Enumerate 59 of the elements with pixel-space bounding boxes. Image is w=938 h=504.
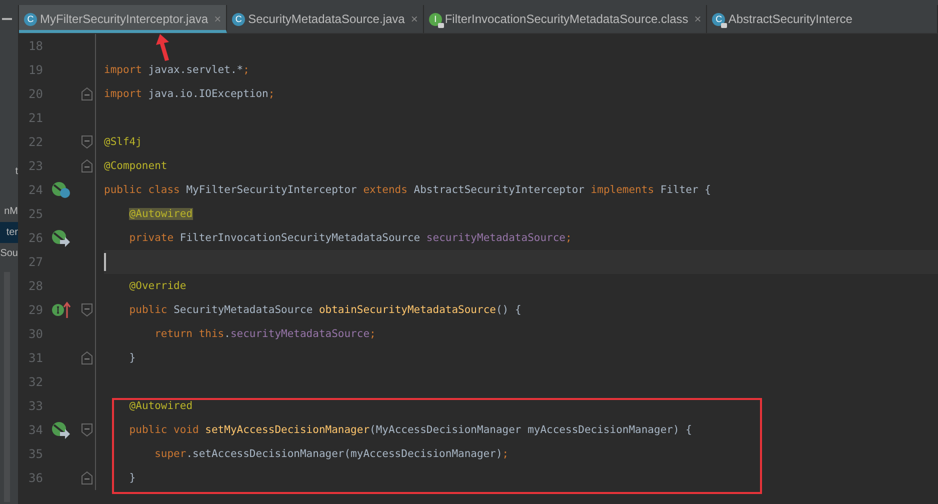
class-implementation-icon[interactable]: [51, 181, 71, 199]
line-number: 25: [28, 207, 43, 221]
code-line: @Component: [104, 160, 168, 172]
code-line: import javax.servlet.*;: [104, 64, 250, 76]
project-tree-item[interactable]: t: [0, 161, 18, 182]
fold-marker-icon[interactable]: [81, 423, 93, 437]
code-line: public SecurityMetadataSource obtainSecurityMetadataSource() {: [128, 304, 522, 316]
line-number: 22: [28, 135, 43, 149]
line-number: 26: [28, 231, 43, 245]
implements-up-arrow-icon[interactable]: [51, 301, 71, 319]
line-number: 30: [28, 327, 43, 341]
line-number: 32: [28, 375, 43, 389]
line-number: 20: [28, 87, 43, 101]
fold-marker-icon[interactable]: [81, 159, 93, 173]
code-line: @Override: [128, 280, 186, 292]
code-line: }: [128, 472, 136, 484]
close-icon[interactable]: ×: [410, 12, 418, 26]
code-line: return this.securityMetadataSource;: [154, 328, 376, 340]
line-number: 33: [28, 399, 43, 413]
code-line: public void setMyAccessDecisionManager(MyAccessDecisionManager myAccessDecisionManager) {: [128, 424, 692, 436]
code-line: }: [128, 352, 136, 364]
editor-tab[interactable]: C MyFilterSecurityInterceptor.java ×: [19, 5, 228, 33]
file-type-icon: C: [24, 12, 37, 26]
injection-arrow-icon[interactable]: [51, 421, 71, 439]
code-line: import java.io.IOException;: [104, 88, 275, 100]
injection-arrow-icon[interactable]: [51, 229, 71, 247]
line-number: 31: [28, 351, 43, 365]
line-number: 36: [28, 471, 43, 485]
line-number: 29: [28, 303, 43, 317]
code-line: @Autowired: [128, 400, 193, 412]
line-number: 34: [28, 423, 43, 437]
line-number: 27: [28, 255, 43, 269]
fold-marker-icon[interactable]: [81, 303, 93, 317]
editor-tab[interactable]: C AbstractSecurityInterce: [707, 5, 938, 33]
file-type-icon: I: [428, 12, 442, 26]
project-tree-item[interactable]: Sou: [0, 243, 18, 264]
text-caret: [104, 253, 106, 271]
line-number: 28: [28, 279, 43, 293]
line-number: 18: [28, 39, 43, 53]
line-number: 21: [28, 111, 43, 125]
editor-tab[interactable]: I FilterInvocationSecurityMetadataSource.class ×: [424, 5, 708, 33]
code-line: public class MyFilterSecurityInterceptor extends AbstractSecurityInterceptor implements Filter {: [104, 184, 711, 196]
file-type-icon: C: [232, 12, 246, 26]
file-type-icon: C: [712, 12, 726, 26]
code-line: super.setAccessDecisionManager(myAccessDecisionManager);: [154, 448, 509, 460]
code-line: @Slf4j: [104, 136, 142, 148]
line-number: 35: [28, 447, 43, 461]
project-tree-item[interactable]: ter: [0, 222, 18, 243]
fold-marker-icon[interactable]: [81, 471, 93, 485]
project-tree-item[interactable]: nM: [0, 201, 18, 222]
fold-marker-icon[interactable]: [81, 87, 93, 101]
code-line: private FilterInvocationSecurityMetadataSource securityMetadataSource;: [128, 232, 572, 244]
line-number: 24: [28, 183, 43, 197]
fold-marker-icon[interactable]: [81, 135, 93, 149]
close-icon[interactable]: ×: [694, 12, 702, 26]
line-number: 23: [28, 159, 43, 173]
line-number: 19: [28, 63, 43, 77]
editor-tab[interactable]: C SecurityMetadataSource.java ×: [227, 5, 424, 33]
fold-marker-icon[interactable]: [81, 351, 93, 365]
